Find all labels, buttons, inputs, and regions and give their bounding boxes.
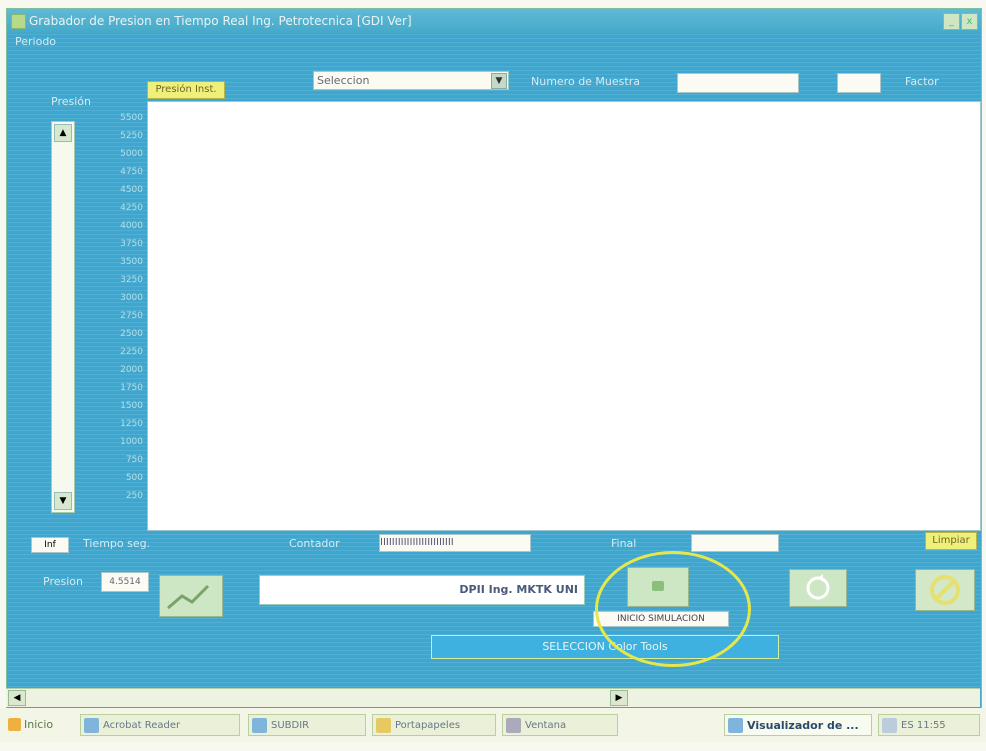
task-label: Portapapeles — [395, 720, 461, 731]
presion-value-button[interactable]: 4.5514 — [101, 572, 149, 592]
window-title: Grabador de Presion en Tiempo Real Ing. … — [29, 14, 412, 28]
close-button[interactable]: x — [961, 13, 978, 30]
main-window: Grabador de Presion en Tiempo Real Ing. … — [6, 8, 982, 712]
minimize-button[interactable]: _ — [943, 13, 960, 30]
axis-tick-label: 4250 — [120, 203, 143, 213]
axis-tick-label: 5500 — [120, 113, 143, 123]
cursor-icon — [506, 718, 521, 733]
app-icon — [728, 718, 743, 733]
axis-tick-label: 2000 — [120, 365, 143, 375]
task-acrobat[interactable]: Acrobat Reader — [80, 714, 240, 736]
task-label: Visualizador de ... — [747, 719, 859, 732]
highlight-circle — [595, 551, 751, 667]
folder-icon — [252, 718, 267, 733]
axis-tick-label: 1250 — [120, 419, 143, 429]
title-bar: Grabador de Presion en Tiempo Real Ing. … — [7, 9, 981, 33]
presion-axis-label: Presión — [51, 95, 91, 108]
chart-image-button[interactable] — [159, 575, 223, 617]
axis-tick-label: 2500 — [120, 329, 143, 339]
inf-box[interactable]: Inf — [31, 537, 69, 553]
chart-icon — [167, 584, 210, 610]
status-display: DPII Ing. MKTK UNI — [259, 575, 585, 605]
axis-tick-label: 4500 — [120, 185, 143, 195]
presion-inst-button[interactable]: Presión Inst. — [147, 81, 225, 99]
task-label: Ventana — [525, 720, 567, 731]
axis-tick-label: 3250 — [120, 275, 143, 285]
axis-tick-label: 2250 — [120, 347, 143, 357]
scroll-up-icon[interactable]: ▲ — [54, 124, 72, 142]
vertical-scrollbar[interactable]: ▲ ▼ — [51, 121, 75, 513]
final-input[interactable] — [691, 534, 779, 552]
axis-tick-label: 1000 — [120, 437, 143, 447]
limpiar-button[interactable]: Limpiar — [925, 532, 977, 550]
task-subdir[interactable]: SUBDIR — [248, 714, 366, 736]
axis-tick-label: 4000 — [120, 221, 143, 231]
scroll-down-icon[interactable]: ▼ — [54, 492, 72, 510]
seleccion-select-value: Seleccion — [317, 74, 370, 87]
app-icon — [11, 14, 26, 29]
contador-progress: IIIIIIIIIIIIIIIIIIIIIIIII — [379, 534, 531, 552]
task-label: SUBDIR — [271, 720, 310, 731]
chevron-down-icon[interactable]: ▼ — [491, 73, 507, 89]
taskbar: Inicio Acrobat Reader SUBDIR Portapapele… — [0, 708, 986, 742]
axis-tick-label: 3500 — [120, 257, 143, 267]
axis-tick-label: 500 — [125, 473, 143, 483]
axis-tick-label: 5250 — [120, 131, 143, 141]
axis-tick-label: 3000 — [120, 293, 143, 303]
start-label: Inicio — [24, 718, 54, 731]
reset-button[interactable] — [789, 569, 847, 607]
axis-tick-label: 250 — [125, 491, 143, 501]
system-tray: ES 11:55 — [878, 714, 980, 736]
numero-muestra-label: Numero de Muestra — [531, 75, 640, 88]
acrobat-icon — [84, 718, 99, 733]
scroll-right-icon[interactable]: ▶ — [610, 690, 628, 706]
axis-tick-label: 1500 — [120, 401, 143, 411]
final-label: Final — [611, 537, 637, 550]
task-visualizador[interactable]: Visualizador de ... — [724, 714, 872, 736]
stop-icon — [930, 575, 960, 605]
task-portapapeles[interactable]: Portapapeles — [372, 714, 496, 736]
presion-label: Presion — [43, 575, 83, 588]
tray-icon — [882, 718, 897, 733]
axis-tick-label: 4750 — [120, 167, 143, 177]
folder-icon — [376, 718, 391, 733]
menu-periodo[interactable]: Periodo — [15, 35, 56, 48]
seleccion-select[interactable]: Seleccion ▼ — [313, 71, 509, 90]
task-label: Acrobat Reader — [103, 720, 181, 731]
tiempo-label: Tiempo seg. — [83, 537, 151, 550]
axis-tick-label: 5000 — [120, 149, 143, 159]
axis-tick-label: 3750 — [120, 239, 143, 249]
task-ventana[interactable]: Ventana — [502, 714, 618, 736]
contador-label: Contador — [289, 537, 340, 550]
start-button[interactable]: Inicio — [6, 714, 72, 736]
scroll-left-icon[interactable]: ◀ — [8, 690, 26, 706]
axis-tick-label: 750 — [125, 455, 143, 465]
horizontal-scrollbar[interactable]: ◀ ▶ — [6, 688, 980, 707]
stop-button[interactable] — [915, 569, 975, 611]
refresh-icon — [806, 574, 830, 600]
tray-clock: ES 11:55 — [901, 720, 946, 731]
factor-label: Factor — [905, 75, 939, 88]
plot-canvas[interactable] — [147, 101, 981, 531]
axis-tick-label: 1750 — [120, 383, 143, 393]
factor-input[interactable] — [837, 73, 881, 93]
windows-icon — [8, 718, 21, 731]
numero-muestra-input[interactable] — [677, 73, 799, 93]
axis-tick-label: 2750 — [120, 311, 143, 321]
